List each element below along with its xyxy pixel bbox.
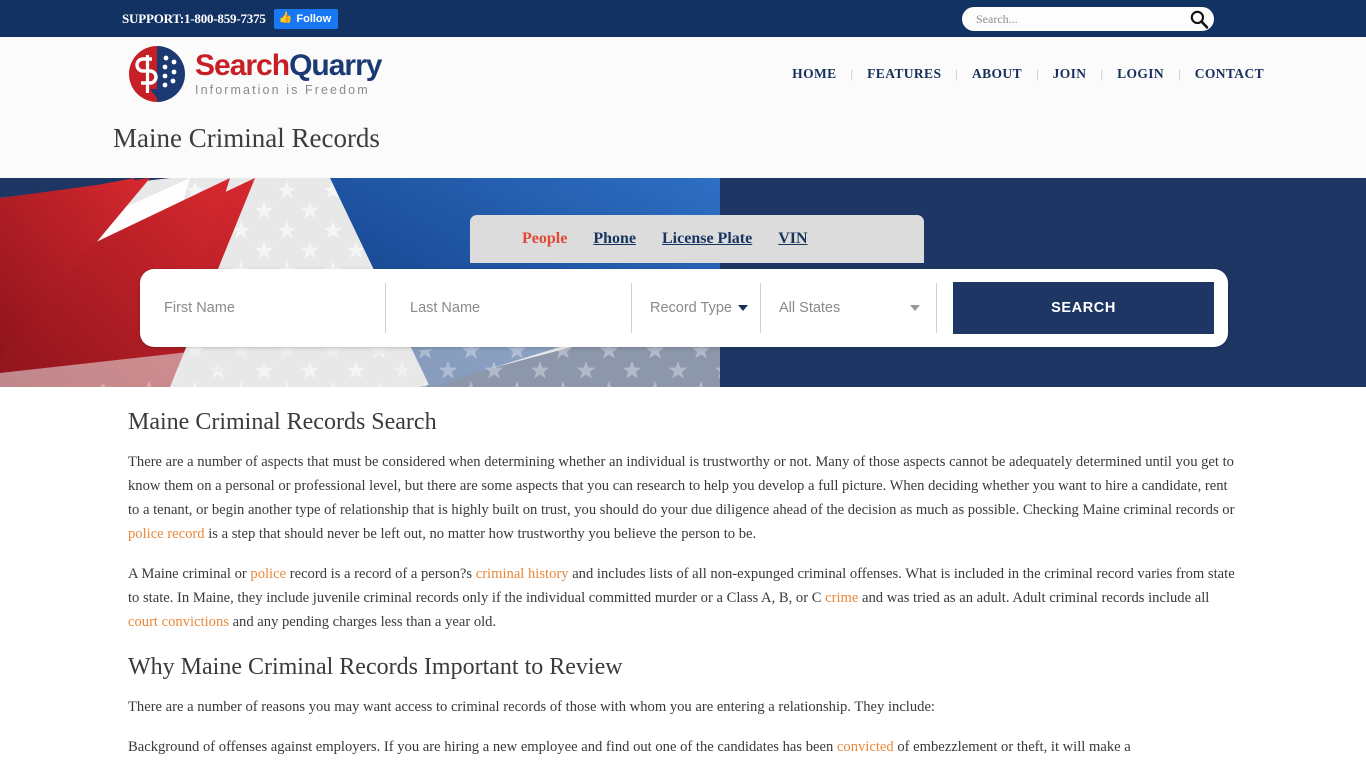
main-navigation: HOME | FEATURES | ABOUT | JOIN | LOGIN |…	[778, 37, 1278, 111]
header-search-input[interactable]	[962, 7, 1184, 31]
section-heading-1: Maine Criminal Records Search	[128, 409, 437, 435]
nav-item-login[interactable]: LOGIN	[1103, 66, 1178, 82]
first-name-field[interactable]	[140, 269, 385, 347]
link-crime[interactable]: crime	[825, 590, 858, 606]
nav-item-about[interactable]: ABOUT	[958, 66, 1036, 82]
p2-text-d: and was tried as an adult. Adult crimina…	[858, 590, 1210, 606]
main-content: Maine Criminal Records Search There are …	[0, 387, 1366, 759]
hero-banner: People Phone License Plate VIN Record Ty…	[0, 178, 1366, 387]
logo-primary-text: Search	[195, 49, 290, 83]
header-search-box[interactable]	[962, 7, 1214, 31]
follow-label: Follow	[296, 12, 332, 25]
page-title-bar: Maine Criminal Records	[0, 111, 1366, 178]
search-icon[interactable]	[1184, 9, 1214, 29]
tab-vin[interactable]: VIN	[778, 230, 807, 248]
nav-item-features[interactable]: FEATURES	[853, 66, 955, 82]
facebook-follow-button[interactable]: 👍 Follow	[273, 8, 339, 29]
link-court-convictions[interactable]: court convictions	[128, 614, 229, 630]
search-button[interactable]: SEARCH	[953, 282, 1214, 334]
section-heading-2: Why Maine Criminal Records Important to …	[128, 654, 623, 680]
field-divider	[936, 283, 937, 333]
people-search-form: Record Type All States SEARCH	[140, 269, 1228, 347]
last-name-field[interactable]	[386, 269, 631, 347]
p1-text-a: There are a number of aspects that must …	[128, 454, 1235, 518]
paragraph-3: There are a number of reasons you may wa…	[128, 699, 935, 715]
link-police[interactable]: police	[250, 566, 286, 582]
thumbs-up-icon: 👍	[278, 12, 293, 24]
first-name-input[interactable]	[164, 269, 385, 347]
tab-license-plate[interactable]: License Plate	[662, 230, 752, 248]
last-name-input[interactable]	[410, 269, 631, 347]
p1-text-b: is a step that should never be left out,…	[204, 526, 757, 542]
nav-item-contact[interactable]: CONTACT	[1181, 66, 1278, 82]
state-label: All States	[779, 300, 841, 316]
nav-item-home[interactable]: HOME	[778, 66, 850, 82]
link-convicted[interactable]: convicted	[837, 739, 894, 755]
page-title: Maine Criminal Records	[113, 123, 380, 153]
top-utility-bar: SUPPORT:1-800-859-7375 👍 Follow	[0, 0, 1366, 37]
paragraph-4: Background of offenses against employers…	[128, 735, 1238, 759]
chevron-down-icon	[910, 305, 920, 311]
tab-people[interactable]: People	[522, 230, 567, 248]
search-type-tabs: People Phone License Plate VIN	[470, 215, 924, 263]
record-type-label: Record Type	[650, 300, 732, 316]
p2-text-b: record is a record of a person?s	[286, 566, 476, 582]
p4-text-b: of embezzlement or theft, it will make a	[893, 739, 1131, 755]
p4-text-a: Background of offenses against employers…	[128, 739, 837, 755]
logo-secondary-text: Quarry	[289, 49, 382, 83]
paragraph-1: There are a number of aspects that must …	[128, 450, 1238, 546]
chevron-down-icon	[737, 305, 748, 311]
support-phone: SUPPORT:1-800-859-7375	[122, 10, 266, 26]
state-dropdown[interactable]: All States	[761, 269, 936, 347]
link-police-record[interactable]: police record	[128, 526, 205, 542]
site-logo[interactable]: SearchQuarry Information is Freedom	[126, 43, 382, 105]
p2-text-a: A Maine criminal or	[128, 566, 251, 582]
link-criminal-history[interactable]: criminal history	[476, 566, 569, 582]
tab-phone[interactable]: Phone	[593, 230, 636, 248]
nav-item-join[interactable]: JOIN	[1039, 66, 1101, 82]
logo-tagline: Information is Freedom	[195, 83, 370, 98]
record-type-dropdown[interactable]: Record Type	[632, 269, 760, 347]
site-header: SearchQuarry Information is Freedom HOME…	[0, 37, 1366, 111]
searchquarry-logo-icon	[129, 46, 185, 102]
p2-text-e: and any pending charges less than a year…	[228, 614, 497, 630]
paragraph-2: A Maine criminal or police record is a r…	[128, 562, 1238, 634]
